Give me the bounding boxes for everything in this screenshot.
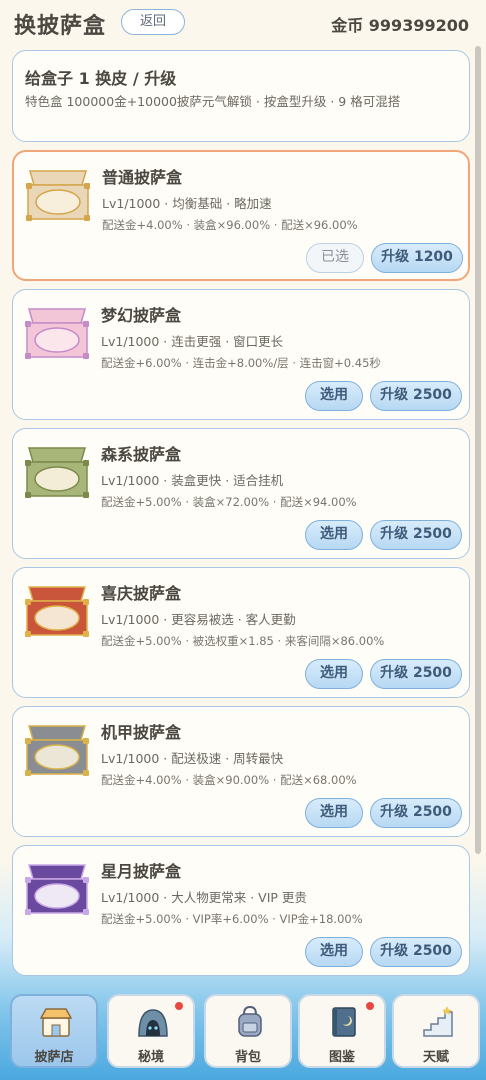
upgrade-button[interactable]: 升级 2500 — [370, 381, 462, 411]
pizza-box-icon — [25, 586, 89, 637]
nav-item[interactable]: 图鉴 — [298, 994, 386, 1068]
box-level: Lv1/1000 · 装盒更快 · 适合挂机 — [101, 473, 284, 488]
bottom-nav: 披萨店 秘境 背包 图鉴 天赋 — [0, 990, 486, 1080]
select-button[interactable]: 选用 — [305, 520, 363, 550]
box-card[interactable]: 森系披萨盒 Lv1/1000 · 装盒更快 · 适合挂机 配送金+5.00% ·… — [12, 428, 470, 559]
box-name: 普通披萨盒 — [102, 168, 183, 187]
nav-label: 图鉴 — [328, 1050, 355, 1065]
nav-label: 天赋 — [422, 1050, 449, 1065]
box-level: Lv1/1000 · 配送极速 · 周转最快 — [101, 751, 284, 766]
secret-realm-icon — [138, 1009, 168, 1037]
info-panel: 给盒子 1 换皮 / 升级 特色盒 100000金+10000披萨元气解锁 · … — [12, 50, 470, 142]
codex-book-icon — [332, 1007, 356, 1037]
header: 换披萨盒 返回 金币 999399200 — [0, 0, 486, 46]
talent-stairs-icon — [423, 1006, 453, 1037]
nav-label: 秘境 — [137, 1050, 164, 1065]
box-card[interactable]: 星月披萨盒 Lv1/1000 · 大人物更常来 · VIP 更贵 配送金+5.0… — [12, 845, 470, 976]
box-stats: 配送金+4.00% · 装盒×96.00% · 配送×96.00% — [102, 218, 358, 232]
box-card[interactable]: 喜庆披萨盒 Lv1/1000 · 更容易被选 · 客人更勤 配送金+5.00% … — [12, 567, 470, 698]
shop-icon — [39, 1008, 73, 1037]
box-stats: 配送金+5.00% · 装盒×72.00% · 配送×94.00% — [101, 495, 357, 509]
upgrade-button[interactable]: 升级 1200 — [371, 243, 463, 273]
nav-label: 背包 — [234, 1050, 261, 1065]
box-level: Lv1/1000 · 更容易被选 · 客人更勤 — [101, 612, 296, 627]
nav-item[interactable]: 背包 — [204, 994, 292, 1068]
scrollbar[interactable] — [475, 46, 481, 854]
pizza-box-icon — [26, 170, 90, 221]
pizza-box-icon — [25, 864, 89, 915]
box-card[interactable]: 梦幻披萨盒 Lv1/1000 · 连击更强 · 窗口更长 配送金+6.00% ·… — [12, 289, 470, 420]
box-name: 机甲披萨盒 — [101, 723, 182, 742]
back-button[interactable]: 返回 — [121, 9, 185, 35]
notification-dot — [175, 1002, 183, 1010]
pizza-box-icon — [25, 725, 89, 776]
box-name: 梦幻披萨盒 — [101, 306, 182, 325]
nav-label: 披萨店 — [34, 1050, 74, 1065]
box-card[interactable]: 普通披萨盒 Lv1/1000 · 均衡基础 · 略加速 配送金+4.00% · … — [12, 150, 470, 281]
box-stats: 配送金+5.00% · 被选权重×1.85 · 来客间隔×86.00% — [101, 634, 385, 648]
box-name: 星月披萨盒 — [101, 862, 182, 881]
select-button[interactable]: 选用 — [305, 381, 363, 411]
pizza-box-icon — [25, 308, 89, 359]
upgrade-button[interactable]: 升级 2500 — [370, 520, 462, 550]
info-title: 给盒子 1 换皮 / 升级 — [25, 69, 177, 88]
box-stats: 配送金+4.00% · 装盒×90.00% · 配送×68.00% — [101, 773, 357, 787]
upgrade-button[interactable]: 升级 2500 — [370, 937, 462, 967]
info-description: 特色盒 100000金+10000披萨元气解锁 · 按盒型升级 · 9 格可混搭 — [25, 94, 401, 109]
nav-item[interactable]: 天赋 — [392, 994, 480, 1068]
pizza-box-icon — [25, 447, 89, 498]
box-card[interactable]: 机甲披萨盒 Lv1/1000 · 配送极速 · 周转最快 配送金+4.00% ·… — [12, 706, 470, 837]
box-name: 森系披萨盒 — [101, 445, 182, 464]
backpack-icon — [238, 1005, 262, 1037]
nav-item[interactable]: 秘境 — [107, 994, 195, 1068]
box-list: 给盒子 1 换皮 / 升级 特色盒 100000金+10000披萨元气解锁 · … — [12, 50, 472, 980]
nav-item[interactable]: 披萨店 — [10, 994, 98, 1068]
upgrade-button[interactable]: 升级 2500 — [370, 798, 462, 828]
notification-dot — [366, 1002, 374, 1010]
box-level: Lv1/1000 · 大人物更常来 · VIP 更贵 — [101, 890, 307, 905]
box-level: Lv1/1000 · 连击更强 · 窗口更长 — [101, 334, 284, 349]
box-stats: 配送金+6.00% · 连击金+8.00%/层 · 连击窗+0.45秒 — [101, 356, 381, 370]
select-button[interactable]: 选用 — [305, 798, 363, 828]
box-stats: 配送金+5.00% · VIP率+6.00% · VIP金+18.00% — [101, 912, 363, 926]
box-level: Lv1/1000 · 均衡基础 · 略加速 — [102, 196, 272, 211]
box-name: 喜庆披萨盒 — [101, 584, 182, 603]
page-title: 换披萨盒 — [14, 14, 107, 39]
upgrade-button[interactable]: 升级 2500 — [370, 659, 462, 689]
coin-balance: 金币 999399200 — [331, 16, 469, 35]
selected-button[interactable]: 已选 — [306, 243, 364, 273]
select-button[interactable]: 选用 — [305, 659, 363, 689]
select-button[interactable]: 选用 — [305, 937, 363, 967]
